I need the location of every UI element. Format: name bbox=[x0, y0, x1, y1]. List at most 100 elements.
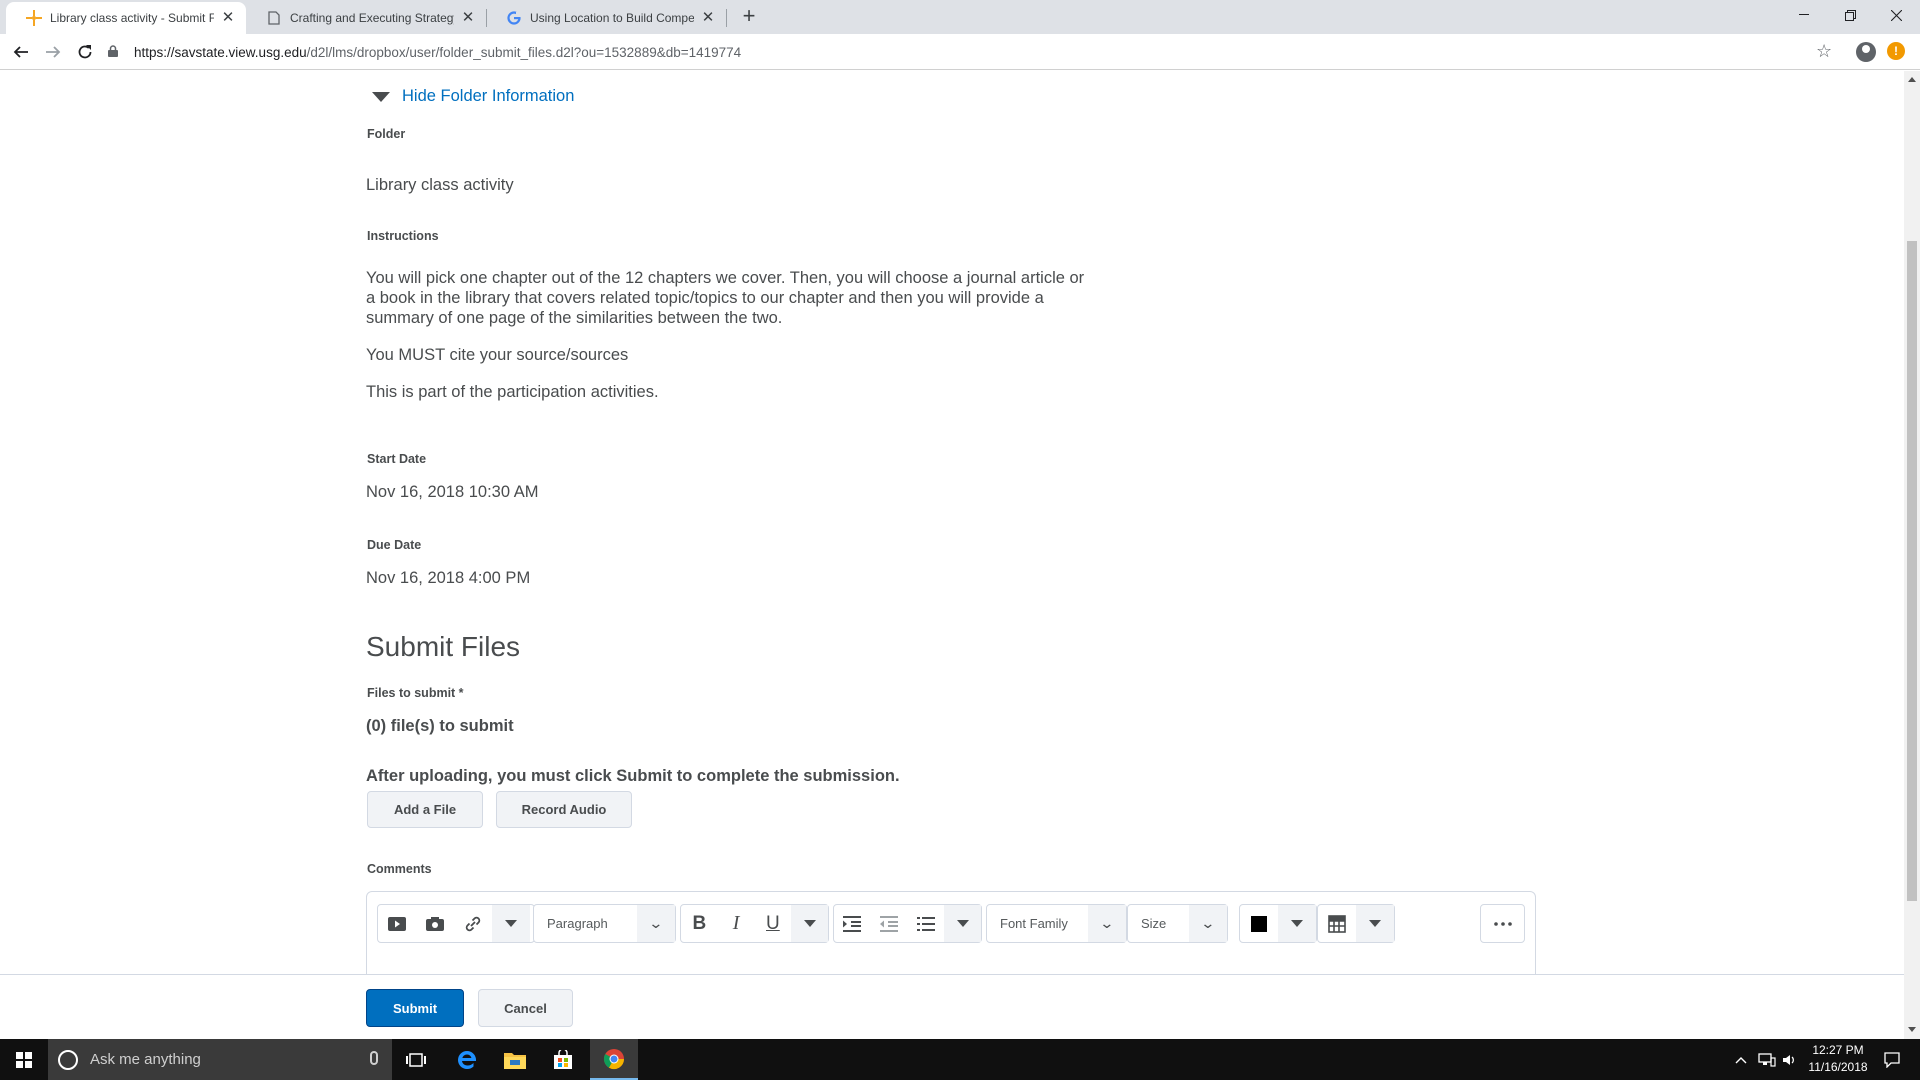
restore-icon[interactable] bbox=[1827, 0, 1873, 30]
close-tab-icon[interactable]: ✕ bbox=[220, 10, 236, 26]
caret-down-icon bbox=[372, 91, 390, 102]
close-tab-icon[interactable]: ✕ bbox=[700, 10, 716, 26]
scroll-up-icon[interactable] bbox=[1908, 77, 1916, 82]
new-tab-icon[interactable]: + bbox=[738, 5, 760, 28]
insert-video-icon[interactable] bbox=[378, 905, 416, 942]
tab-title: Crafting and Executing Strategy: C bbox=[290, 11, 454, 25]
hide-folder-info-toggle[interactable]: Hide Folder Information bbox=[372, 87, 574, 106]
browser-tab-strip: Library class activity - Submit File ✕ C… bbox=[0, 0, 1920, 34]
tab-crafting-strategy[interactable]: Crafting and Executing Strategy: C ✕ bbox=[246, 2, 486, 34]
bookmark-star-icon[interactable]: ☆ bbox=[1816, 41, 1832, 62]
forward-arrow-icon[interactable] bbox=[41, 40, 65, 64]
update-alert-icon[interactable]: ! bbox=[1887, 42, 1905, 60]
due-date-value: Nov 16, 2018 4:00 PM bbox=[366, 569, 531, 587]
microphone-icon[interactable] bbox=[370, 1051, 378, 1065]
outdent-icon[interactable] bbox=[871, 905, 908, 942]
windows-taskbar: Ask me anything 12:27 PM 11/16/2018 bbox=[0, 1039, 1920, 1080]
clock-date: 11/16/2018 bbox=[1808, 1060, 1868, 1074]
file-explorer-icon[interactable] bbox=[491, 1039, 539, 1080]
back-arrow-icon[interactable] bbox=[9, 40, 33, 64]
table-grid-icon bbox=[1318, 905, 1356, 942]
tab-title: Library class activity - Submit File bbox=[50, 11, 214, 25]
chevron-down-icon: ⌄ bbox=[1088, 905, 1126, 942]
task-view-icon[interactable] bbox=[392, 1039, 440, 1080]
font-family-value: Font Family bbox=[1000, 916, 1068, 931]
more-actions-button[interactable] bbox=[1480, 904, 1525, 943]
profile-avatar-icon[interactable] bbox=[1856, 42, 1876, 62]
folder-value: Library class activity bbox=[366, 176, 514, 194]
address-bar[interactable]: https://savstate.view.usg.edu/d2l/lms/dr… bbox=[108, 38, 1828, 66]
scroll-thumb[interactable] bbox=[1907, 241, 1917, 901]
folder-label: Folder bbox=[367, 127, 406, 141]
chrome-icon[interactable] bbox=[590, 1039, 638, 1080]
insert-link-icon[interactable] bbox=[454, 905, 492, 942]
cortana-icon bbox=[58, 1049, 78, 1070]
color-caret-icon bbox=[1278, 905, 1316, 942]
show-hidden-icons[interactable] bbox=[1735, 1039, 1747, 1080]
network-icon[interactable] bbox=[1758, 1039, 1776, 1080]
add-file-button[interactable]: Add a File bbox=[367, 791, 483, 828]
files-to-submit-label: Files to submit * bbox=[367, 686, 464, 700]
insert-toolbar-group bbox=[377, 904, 535, 943]
cancel-button[interactable]: Cancel bbox=[478, 989, 573, 1027]
start-date-value: Nov 16, 2018 10:30 AM bbox=[366, 483, 539, 501]
instructions-body: You will pick one chapter out of the 12 … bbox=[366, 268, 1096, 419]
lock-icon bbox=[108, 44, 122, 60]
font-family-select[interactable]: Font Family ⌄ bbox=[986, 904, 1127, 943]
instructions-label: Instructions bbox=[367, 229, 439, 243]
reload-icon[interactable] bbox=[73, 40, 97, 64]
chevron-down-icon: ⌄ bbox=[637, 905, 675, 942]
minimize-icon[interactable] bbox=[1781, 0, 1827, 30]
due-date-label: Due Date bbox=[367, 538, 422, 552]
format-more-caret-icon[interactable] bbox=[791, 905, 828, 942]
edge-browser-icon[interactable] bbox=[443, 1039, 491, 1080]
list-more-caret-icon[interactable] bbox=[944, 905, 981, 942]
font-size-value: Size bbox=[1141, 916, 1167, 931]
underline-icon[interactable]: U bbox=[755, 905, 792, 942]
cortana-search-box[interactable]: Ask me anything bbox=[48, 1039, 392, 1080]
page-scrollbar[interactable] bbox=[1904, 71, 1920, 1039]
files-count: (0) file(s) to submit bbox=[366, 717, 514, 735]
insert-image-icon[interactable] bbox=[416, 905, 454, 942]
chevron-down-icon: ⌄ bbox=[1189, 905, 1227, 942]
action-center-icon[interactable] bbox=[1884, 1039, 1900, 1080]
bullet-list-icon[interactable] bbox=[908, 905, 945, 942]
bold-icon[interactable]: B bbox=[681, 905, 718, 942]
close-tab-icon[interactable]: ✕ bbox=[460, 10, 476, 26]
font-size-select[interactable]: Size ⌄ bbox=[1127, 904, 1228, 943]
instructions-paragraph: You will pick one chapter out of the 12 … bbox=[366, 269, 1085, 327]
block-format-value: Paragraph bbox=[547, 916, 608, 931]
google-icon bbox=[506, 10, 522, 26]
tab-library-class-activity[interactable]: Library class activity - Submit File ✕ bbox=[6, 2, 246, 34]
table-insert-group[interactable] bbox=[1317, 904, 1395, 943]
tab-using-location[interactable]: Using Location to Build Competiti ✕ bbox=[486, 2, 726, 34]
windows-start-icon[interactable] bbox=[0, 1039, 48, 1080]
close-window-icon[interactable] bbox=[1873, 0, 1919, 30]
system-clock[interactable]: 12:27 PM 11/16/2018 bbox=[1800, 1042, 1876, 1076]
d2l-star-icon bbox=[26, 10, 42, 26]
insert-more-caret-icon[interactable] bbox=[492, 905, 530, 942]
page-content: Hide Folder Information Folder Library c… bbox=[0, 71, 1904, 1039]
start-date-label: Start Date bbox=[367, 452, 427, 466]
submit-button[interactable]: Submit bbox=[366, 989, 464, 1027]
text-color-picker[interactable] bbox=[1239, 904, 1317, 943]
record-audio-button[interactable]: Record Audio bbox=[496, 791, 632, 828]
url-path: /d2l/lms/dropbox/user/folder_submit_file… bbox=[306, 44, 742, 60]
toggle-label: Hide Folder Information bbox=[402, 87, 575, 105]
indent-icon[interactable] bbox=[834, 905, 871, 942]
italic-icon[interactable]: I bbox=[718, 905, 755, 942]
after-upload-note: After uploading, you must click Submit t… bbox=[366, 767, 900, 785]
block-format-select[interactable]: Paragraph ⌄ bbox=[533, 904, 676, 943]
instructions-paragraph: This is part of the participation activi… bbox=[366, 383, 659, 401]
text-color-swatch-icon bbox=[1240, 905, 1278, 942]
search-placeholder: Ask me anything bbox=[90, 1051, 201, 1068]
ellipsis-icon bbox=[1481, 905, 1524, 942]
comments-label: Comments bbox=[367, 862, 432, 876]
clock-time: 12:27 PM bbox=[1812, 1043, 1864, 1057]
tab-separator bbox=[726, 9, 727, 27]
tab-title: Using Location to Build Competiti bbox=[530, 11, 694, 25]
url-host: https://savstate.view.usg.edu bbox=[134, 44, 307, 60]
scroll-down-icon[interactable] bbox=[1908, 1027, 1916, 1032]
store-icon[interactable] bbox=[539, 1039, 587, 1080]
volume-icon[interactable] bbox=[1782, 1039, 1796, 1080]
